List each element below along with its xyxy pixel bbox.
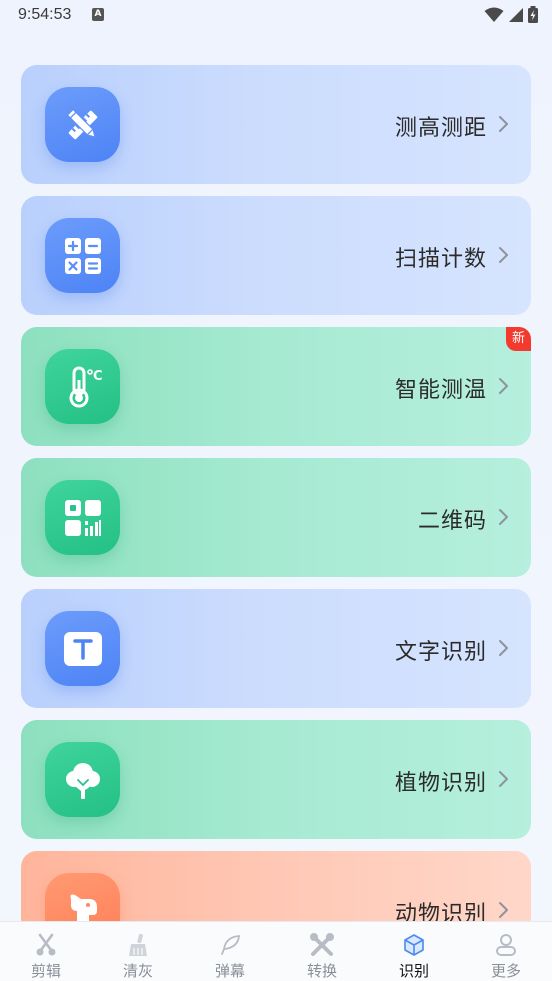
nav-item-recognize[interactable]: 识别	[368, 922, 460, 981]
nav-label: 识别	[398, 962, 429, 980]
nav-item-convert[interactable]: 转换	[276, 922, 368, 981]
chevron-right-icon	[499, 771, 508, 787]
system-icons	[484, 6, 538, 23]
nav-label: 更多	[490, 962, 521, 980]
nav-label: 剪辑	[30, 962, 61, 980]
tool-icon-tile	[45, 611, 120, 686]
nav-label: 清灰	[122, 962, 153, 980]
pencil-ruler-icon	[66, 108, 97, 139]
tool-icon-tile	[45, 742, 120, 817]
wifi-icon	[484, 7, 504, 22]
nav-label: 弹幕	[214, 962, 245, 980]
chevron-right-icon	[499, 247, 508, 263]
feather-icon	[221, 935, 240, 955]
tool-card-qr-code[interactable]: 二维码	[21, 458, 531, 577]
tool-icon-tile	[45, 480, 120, 555]
nav-item-danmaku[interactable]: 弹幕	[184, 922, 276, 981]
new-badge: 新	[506, 327, 531, 351]
tool-card-text-recognition[interactable]: 文字识别	[21, 589, 531, 708]
battery-charging-icon	[528, 6, 538, 23]
signal-icon	[509, 7, 523, 22]
app-screen: 9:54:53 A 测高测距 扫描计数 C 智能测温 新 二维码 文字识别 植物…	[0, 0, 552, 981]
person-icon	[496, 934, 516, 956]
chevron-right-icon	[499, 640, 508, 656]
tool-label: 植物识别	[394, 771, 487, 796]
tool-label: 扫描计数	[394, 247, 487, 272]
nav-item-more[interactable]: 更多	[460, 922, 552, 981]
nav-item-clean[interactable]: 清灰	[92, 922, 184, 981]
chevron-right-icon	[499, 116, 508, 132]
tool-icon-tile	[45, 87, 120, 162]
tool-card-height-distance[interactable]: 测高测距	[21, 65, 531, 184]
tool-card-plant-recognition[interactable]: 植物识别	[21, 720, 531, 839]
chevron-right-icon	[499, 378, 508, 394]
bottom-nav: 剪辑 清灰 弹幕 转换 识别 更多	[0, 921, 552, 981]
tool-card-smart-temperature[interactable]: C 智能测温 新	[21, 327, 531, 446]
chevron-right-icon	[499, 902, 508, 918]
tool-icon-tile	[45, 218, 120, 293]
tool-label: 智能测温	[394, 378, 487, 403]
notification-icon: A	[92, 8, 104, 21]
tree-icon	[65, 762, 100, 799]
status-bar: 9:54:53 A	[0, 0, 552, 32]
tool-label: 测高测距	[394, 116, 487, 141]
tools-icon	[310, 933, 334, 956]
text-recognition-icon	[63, 631, 102, 666]
nav-label: 转换	[306, 962, 337, 980]
scissors-icon	[36, 933, 56, 956]
status-time: 9:54:53	[18, 6, 72, 23]
svg-text:C: C	[93, 369, 103, 384]
qr-code-icon	[64, 499, 101, 536]
thermometer-icon: C	[69, 366, 103, 407]
tool-icon-tile: C	[45, 349, 120, 424]
nav-item-edit[interactable]: 剪辑	[0, 922, 92, 981]
tool-label: 二维码	[417, 509, 487, 534]
brush-icon	[129, 933, 147, 956]
cube-icon	[404, 934, 424, 956]
tool-label: 文字识别	[394, 640, 487, 665]
tool-card-scan-count[interactable]: 扫描计数	[21, 196, 531, 315]
calculator-icon	[64, 237, 101, 274]
chevron-right-icon	[499, 509, 508, 525]
